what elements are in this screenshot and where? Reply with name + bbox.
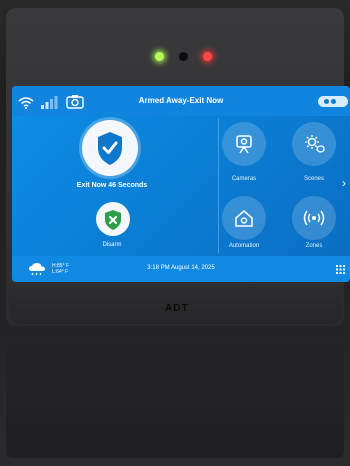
top-bar: Armed Away-Exit Now xyxy=(12,86,350,116)
scenes-label: Scenes xyxy=(303,176,324,182)
cameras-label: Cameras xyxy=(231,176,257,182)
zones-label: Zones xyxy=(305,243,323,249)
menu-toggle[interactable] xyxy=(318,96,348,107)
disarm-label: Disarm xyxy=(102,242,122,248)
touchscreen: Armed Away-Exit Now Exit Now 46 Seconds … xyxy=(12,86,350,282)
brand-logo: ADT xyxy=(165,303,189,314)
automation-tile[interactable] xyxy=(222,196,266,240)
scenes-icon xyxy=(305,135,325,153)
green-led xyxy=(155,52,164,61)
wall-lower xyxy=(6,338,344,458)
zones-tile[interactable] xyxy=(292,196,336,240)
status-leds xyxy=(155,52,215,64)
sensor-led xyxy=(179,52,188,61)
camera-icon xyxy=(236,135,252,154)
chevron-right-icon[interactable]: › xyxy=(342,176,346,190)
system-status-title: Armed Away-Exit Now xyxy=(138,96,224,105)
exit-countdown: Exit Now 46 Seconds xyxy=(76,182,148,189)
disarm-button[interactable] xyxy=(96,202,130,236)
date-time: 3:18 PM August 14, 2025 xyxy=(147,265,215,271)
automation-icon xyxy=(235,210,253,227)
red-led xyxy=(203,52,212,61)
section-divider xyxy=(218,118,219,253)
armed-status-button[interactable] xyxy=(82,120,138,176)
zones-icon xyxy=(303,210,325,226)
shield-check-icon xyxy=(98,132,122,165)
automation-label: Automation xyxy=(228,243,260,249)
shield-x-icon xyxy=(105,210,121,230)
scenes-tile[interactable] xyxy=(292,122,336,166)
cameras-tile[interactable] xyxy=(222,122,266,166)
bottom-bar: H:85° F L:64° F 3:18 PM August 14, 2025 xyxy=(12,256,350,282)
grid-menu-icon[interactable] xyxy=(336,265,345,274)
